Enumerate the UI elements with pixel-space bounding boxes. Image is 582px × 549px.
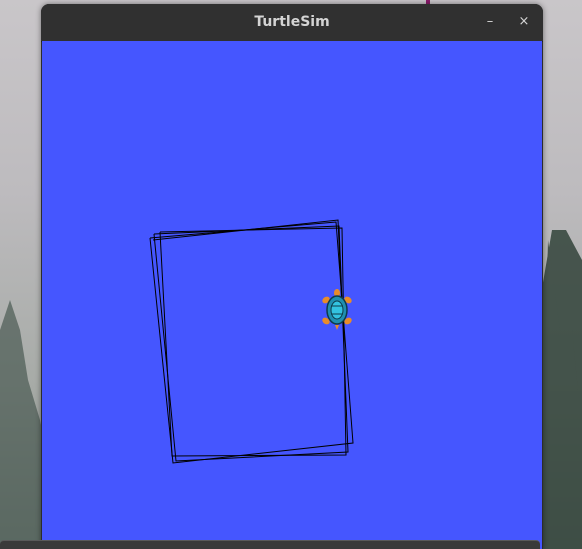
desktop-background: TurtleSim – × xyxy=(0,0,582,549)
taskbar-panel xyxy=(0,540,540,549)
minimize-icon: – xyxy=(486,14,494,29)
trail-path-2 xyxy=(153,225,349,462)
canvas-drawing xyxy=(149,219,354,464)
minimize-button[interactable]: – xyxy=(481,13,499,31)
window-title: TurtleSim xyxy=(254,14,330,30)
trail-path-4 xyxy=(152,219,343,310)
turtlesim-window[interactable]: TurtleSim – × xyxy=(41,4,543,549)
close-button[interactable]: × xyxy=(515,13,533,31)
trail-path-3 xyxy=(159,227,347,457)
trail-path-1 xyxy=(149,221,354,464)
close-icon: × xyxy=(518,14,530,29)
window-titlebar[interactable]: TurtleSim – × xyxy=(41,4,543,42)
pen-trail xyxy=(149,219,354,464)
turtle-icon xyxy=(322,289,352,330)
turtle-canvas[interactable] xyxy=(42,41,542,549)
